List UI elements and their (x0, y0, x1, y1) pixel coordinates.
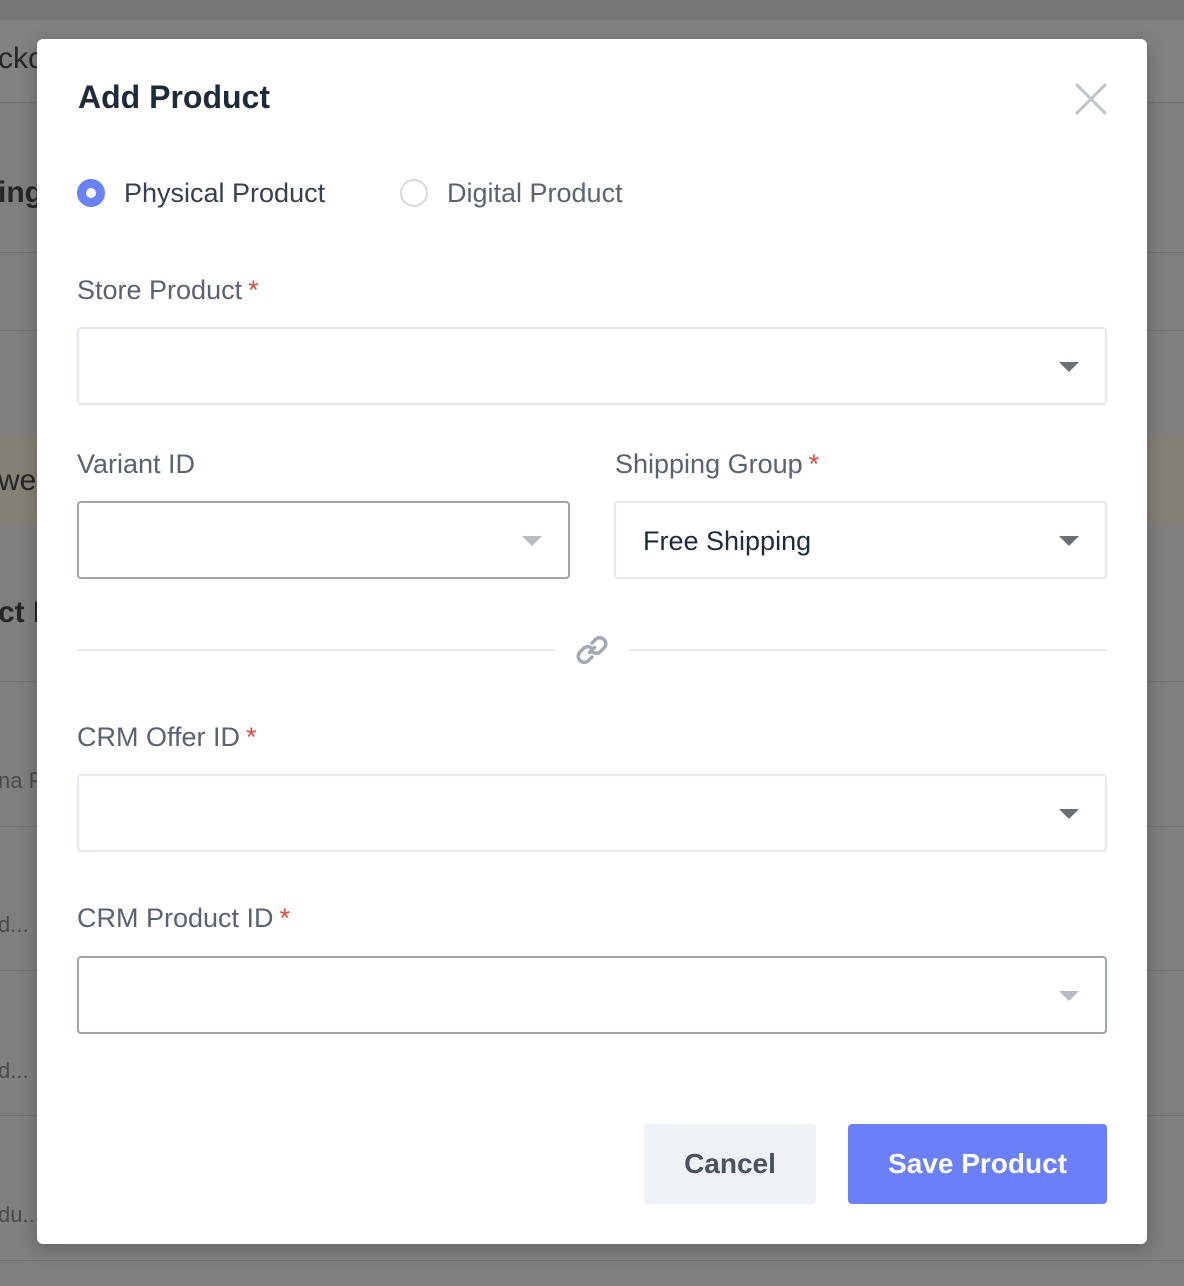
shipping-group-label: Shipping Group * (615, 449, 819, 480)
field-label-text: CRM Product ID (77, 903, 274, 933)
cancel-button[interactable]: Cancel (644, 1124, 816, 1204)
background-text: we (0, 464, 37, 497)
required-asterisk: * (248, 275, 259, 305)
divider-right (630, 649, 1107, 651)
radio-button[interactable] (400, 179, 428, 207)
chevron-down-icon (1059, 809, 1079, 819)
chevron-down-icon (522, 536, 542, 546)
store-product-select[interactable] (77, 327, 1107, 405)
chevron-down-icon (1059, 991, 1079, 1001)
radio-digital-product[interactable]: Digital Product (400, 175, 623, 211)
radio-label: Physical Product (124, 177, 326, 208)
chevron-down-icon (1059, 536, 1079, 546)
background-text: d... (0, 1058, 29, 1083)
radio-label: Digital Product (447, 177, 623, 208)
required-asterisk: * (808, 449, 820, 479)
crm-offer-id-label: CRM Offer ID * (77, 722, 257, 753)
field-label-text: Variant ID (77, 449, 196, 479)
variant-id-select[interactable] (77, 501, 570, 579)
store-product-label: Store Product * (77, 275, 259, 306)
select-value: Free Shipping (643, 526, 812, 556)
chevron-down-icon (1059, 362, 1079, 372)
background-text: d... (0, 912, 29, 937)
link-icon (576, 636, 608, 664)
field-label-text: Shipping Group (615, 449, 803, 479)
shipping-group-select[interactable]: Free Shipping (614, 501, 1107, 579)
field-label-text: Store Product (77, 275, 243, 305)
required-asterisk: * (246, 722, 257, 752)
add-product-modal: Add Product Physical Product Digital Pro… (37, 39, 1147, 1244)
background-topbar (0, 0, 1184, 20)
modal-title: Add Product (78, 79, 270, 115)
background-text: du... (0, 1202, 41, 1227)
radio-button-checked[interactable] (77, 179, 105, 207)
save-product-button[interactable]: Save Product (848, 1124, 1107, 1204)
crm-product-id-label: CRM Product ID * (77, 903, 290, 934)
close-button[interactable] (1073, 81, 1109, 117)
radio-physical-product[interactable]: Physical Product (77, 175, 325, 211)
close-icon (1075, 83, 1107, 115)
crm-product-id-select[interactable] (77, 956, 1107, 1034)
divider-left (77, 649, 554, 651)
required-asterisk: * (279, 903, 291, 933)
crm-offer-id-select[interactable] (77, 774, 1107, 852)
variant-id-label: Variant ID (77, 449, 195, 480)
field-label-text: CRM Offer ID (77, 722, 241, 752)
